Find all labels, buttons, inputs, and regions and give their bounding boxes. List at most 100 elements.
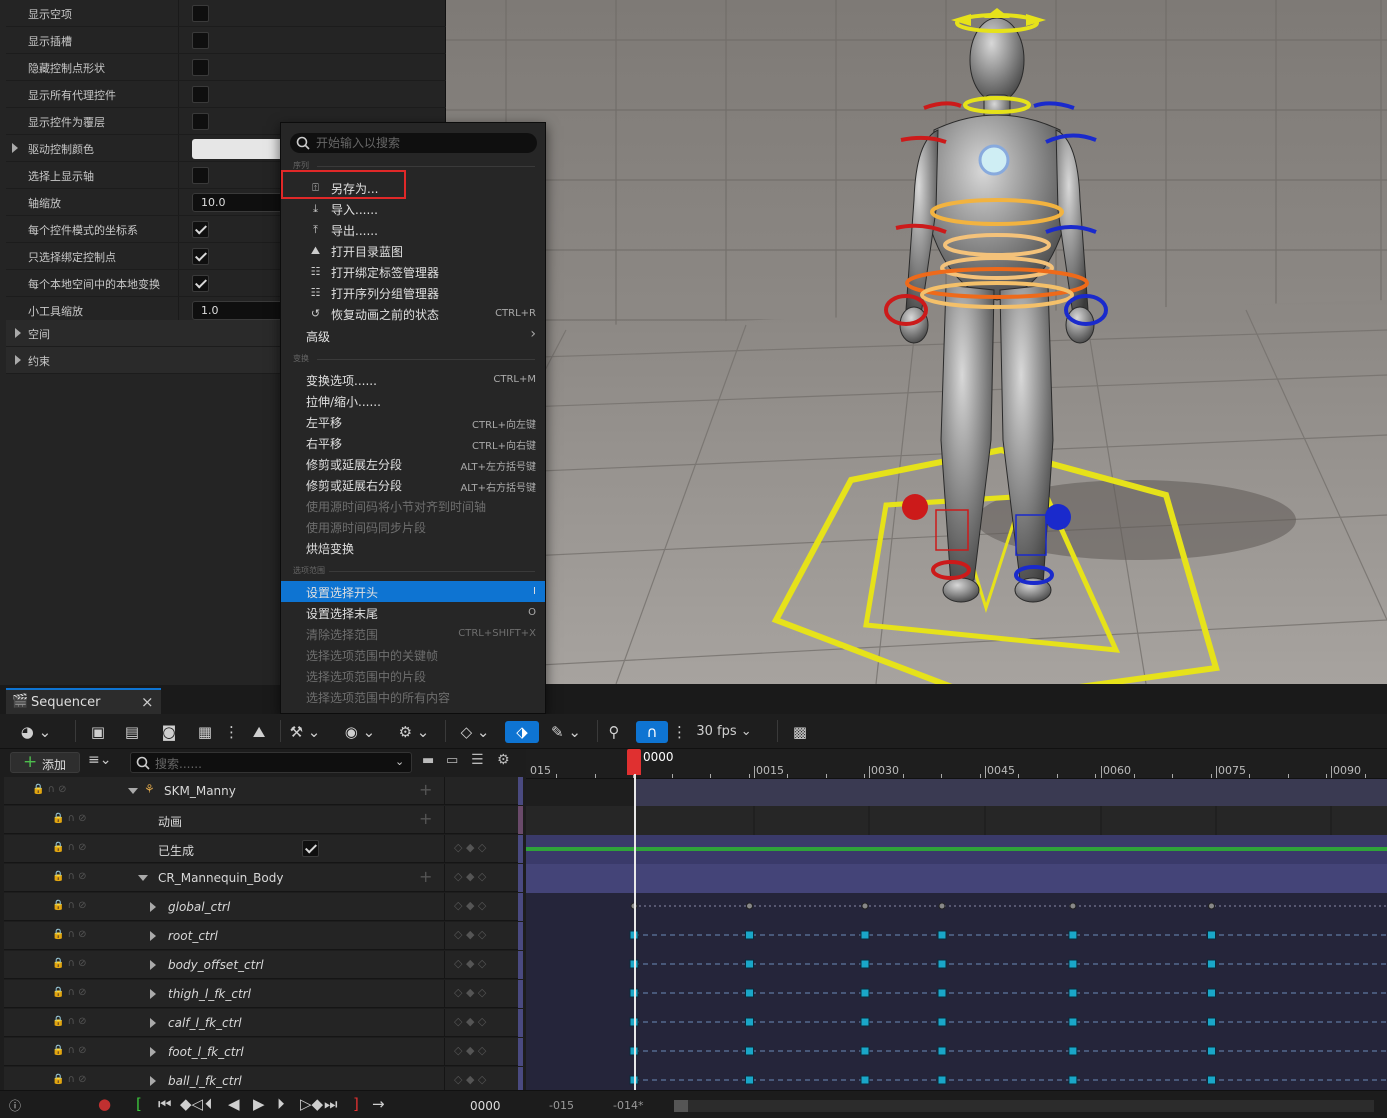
menu-search-box[interactable] [290, 133, 537, 153]
track-row[interactable]: 🔒 ∩ ⊘ 已生成 ◇ ◆ ◇ [4, 835, 523, 863]
detail-checkbox[interactable] [192, 32, 209, 49]
menu-item[interactable]: 拉伸/缩小...... [281, 390, 545, 411]
gear-icon[interactable]: ⚙ ⌄ [394, 721, 434, 743]
keyframe[interactable] [1208, 902, 1215, 910]
close-icon[interactable]: × [141, 693, 154, 711]
menu-item[interactable]: 设置选择开头 I [281, 581, 545, 602]
add-track-icon[interactable]: + [419, 780, 432, 799]
lock-icon[interactable]: 🔒 ∩ ⊘ [52, 1045, 87, 1056]
add-track-icon[interactable]: + [419, 809, 432, 828]
collapse-all-icon[interactable]: ▭ [446, 753, 458, 768]
track-search-box[interactable]: 搜索...... ⌄ [130, 752, 412, 773]
jump-end-icon[interactable]: ⏭ [324, 1095, 338, 1113]
menu-item[interactable]: 烘焙变换 [281, 537, 545, 558]
key-nav-icon[interactable]: ◇ ◆ ◇ [454, 957, 486, 970]
menu-item[interactable]: 选择选项范围中的片段 [281, 665, 545, 686]
pen-icon[interactable]: ✎ ⌄ [546, 721, 586, 743]
step-back-icon[interactable]: ⏴ [205, 1095, 213, 1113]
keyframe[interactable] [1068, 930, 1078, 940]
expand-arrow-icon[interactable] [150, 1018, 156, 1028]
collapse-arrow-icon[interactable] [128, 788, 138, 794]
keyframe[interactable] [746, 902, 753, 910]
detail-color-swatch[interactable] [192, 139, 292, 159]
jump-start-icon[interactable]: ⏮ [158, 1095, 172, 1113]
track-row[interactable]: 🔒 ∩ ⊘ thigh_l_fk_ctrl ◇ ◆ ◇ [4, 980, 523, 1008]
menu-item[interactable]: 右平移 CTRL+向右键 [281, 432, 545, 453]
keyframe[interactable] [938, 902, 946, 910]
eye-icon[interactable]: ◉ ⌄ [340, 721, 380, 743]
lock-icon[interactable]: 🔒 ∩ ⊘ [52, 1074, 87, 1085]
key-nav-icon[interactable]: ◇ ◆ ◇ [454, 841, 486, 854]
snap-more-icon[interactable]: ⋮ [672, 721, 687, 743]
expand-arrow-icon[interactable] [15, 355, 21, 365]
keyframe[interactable] [1068, 1075, 1078, 1085]
menu-item[interactable]: 选择选项范围中的所有内容 [281, 686, 545, 707]
lock-icon[interactable]: 🔒 ∩ ⊘ [52, 987, 87, 998]
scrollbar-thumb[interactable] [674, 1100, 688, 1112]
loop-icon[interactable]: → [372, 1095, 385, 1113]
more-options-icon[interactable]: ⋮ [224, 721, 239, 743]
keyframe[interactable] [745, 959, 754, 969]
set-start-icon[interactable]: [ [136, 1095, 142, 1113]
menu-item[interactable]: 清除选择范围 CTRL+SHIFT+X [281, 623, 545, 644]
expand-arrow-icon[interactable] [150, 931, 156, 941]
current-time[interactable]: 0000 [470, 1099, 501, 1113]
lock-icon[interactable]: 🔒 ∩ ⊘ [52, 1016, 87, 1027]
menu-item[interactable]: 变换选项...... CTRL+M [281, 369, 545, 390]
keyframe[interactable] [745, 1075, 754, 1085]
save-icon[interactable]: ▣ [88, 721, 108, 743]
keyframe[interactable] [937, 1046, 947, 1056]
chevron-down-icon[interactable]: ⌄ [395, 755, 404, 768]
menu-search-input[interactable] [316, 135, 526, 151]
key-nav-icon[interactable]: ◇ ◆ ◇ [454, 1015, 486, 1028]
render-icon[interactable]: ▦ [193, 721, 217, 743]
add-track-icon[interactable]: + [419, 867, 432, 886]
key-interp-icon[interactable]: ◇ ⌄ [455, 721, 495, 743]
lock-icon[interactable]: 🔒 ∩ ⊘ [52, 813, 87, 824]
detail-number-field[interactable]: 10.0 [192, 193, 292, 212]
keyframe[interactable] [1068, 959, 1078, 969]
key-nav-icon[interactable]: ◇ ◆ ◇ [454, 870, 486, 883]
wrench-icon[interactable]: ⚒ ⌄ [285, 721, 325, 743]
keyframe[interactable] [860, 930, 870, 940]
detail-checkbox[interactable] [192, 275, 209, 292]
key-nav-icon[interactable]: ◇ ◆ ◇ [454, 928, 486, 941]
detail-checkbox[interactable] [192, 5, 209, 22]
menu-item[interactable]: ☷ 打开绑定标签管理器 [281, 261, 545, 282]
menu-item[interactable]: 修剪或延展右分段 ALT+右方括号键 [281, 474, 545, 495]
keyframe[interactable] [937, 1017, 947, 1027]
viewport[interactable] [446, 0, 1387, 684]
menu-item[interactable]: 使用源时间码同步片段 [281, 516, 545, 537]
keyframe[interactable] [745, 930, 754, 940]
list-view-icon[interactable]: ☰ [471, 752, 484, 768]
detail-checkbox[interactable] [192, 113, 209, 130]
keyframe[interactable] [1207, 930, 1216, 940]
prev-key-icon[interactable]: ◆◁ [180, 1095, 203, 1113]
key-nav-icon[interactable]: ◇ ◆ ◇ [454, 1044, 486, 1057]
key-nav-icon[interactable]: ◇ ◆ ◇ [454, 899, 486, 912]
keyframe[interactable] [1207, 1046, 1216, 1056]
sequencer-tab[interactable]: 🎬 Sequencer × [6, 688, 161, 714]
keyframe[interactable] [937, 988, 947, 998]
step-forward-icon[interactable]: ⏵ [277, 1095, 285, 1113]
marker-icon[interactable]: ⚲ [604, 721, 624, 743]
record-icon[interactable]: ● [98, 1095, 111, 1113]
track-row[interactable]: 🔒 ∩ ⊘ CR_Mannequin_Body + ◇ ◆ ◇ [4, 864, 523, 892]
track-row[interactable]: 🔒 ∩ ⊘ calf_l_fk_ctrl ◇ ◆ ◇ [4, 1009, 523, 1037]
curve-editor-icon[interactable]: ▩ [788, 721, 812, 743]
track-row[interactable]: 🔒 ∩ ⊘ body_offset_ctrl ◇ ◆ ◇ [4, 951, 523, 979]
keyframe[interactable] [1068, 988, 1078, 998]
timeline-area[interactable]: 015 0015 0030 0045 0060 0075 0090 0000 [526, 749, 1387, 1090]
detail-checkbox[interactable] [192, 167, 209, 184]
keyframe[interactable] [937, 1075, 947, 1085]
menu-item[interactable]: 左平移 CTRL+向左键 [281, 411, 545, 432]
keyframe[interactable] [860, 988, 870, 998]
detail-checkbox[interactable] [192, 59, 209, 76]
lock-icon[interactable]: 🔒 ∩ ⊘ [32, 784, 67, 795]
next-key-icon[interactable]: ▷◆ [300, 1095, 323, 1113]
keyframe[interactable] [860, 1075, 870, 1085]
keyframe[interactable] [1207, 1017, 1216, 1027]
detail-number-field[interactable]: 1.0 [192, 301, 292, 320]
track-row[interactable]: 🔒 ∩ ⊘ foot_l_fk_ctrl ◇ ◆ ◇ [4, 1038, 523, 1066]
keyframe[interactable] [1207, 959, 1216, 969]
